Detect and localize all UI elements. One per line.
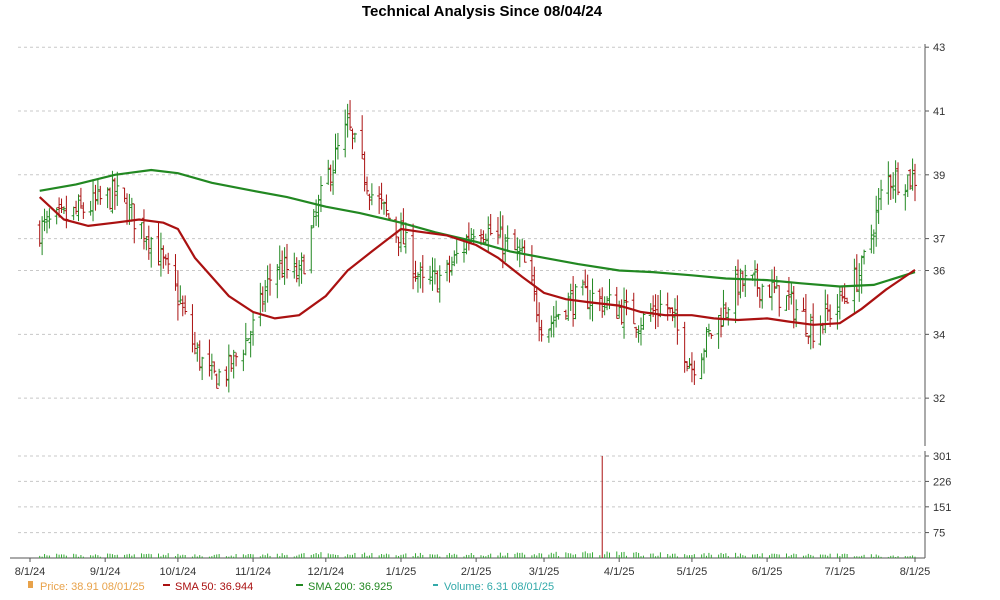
legend-sma50: SMA 50: 36.944 [175,581,253,593]
x-tick-label: 2/1/25 [461,566,492,578]
price-tick-label: 32 [933,393,945,405]
technical-analysis-chart: Technical Analysis Since 08/04/24 32 34 36… [10,3,951,593]
volume-tick-label: 226 [933,476,951,488]
x-tick-label: 5/1/25 [677,566,708,578]
price-tick-label: 41 [933,106,945,118]
x-tick-label: 8/1/25 [900,566,931,578]
x-tick-label: 8/1/24 [15,566,46,578]
price-axis-ticks: 32 34 36 37 39 41 43 [925,42,945,405]
legend-sma200: SMA 200: 36.925 [308,581,392,593]
price-tick-label: 43 [933,42,945,54]
price-panel: 32 34 36 37 39 41 43 [18,42,945,446]
volume-panel: 75 151 226 301 [10,451,951,559]
x-axis-ticks: 8/1/24 9/1/24 10/1/24 11/1/24 12/1/24 1/1/25 2… [15,558,931,578]
x-tick-label: 12/1/24 [307,566,344,578]
price-grid [18,46,925,399]
sma50-line [38,196,916,326]
x-tick-label: 10/1/24 [160,566,197,578]
legend: Price: 38.91 08/01/25 SMA 50: 36.944 SMA… [28,581,554,593]
price-tick-label: 36 [933,266,945,278]
legend-price-swatch [28,581,33,588]
chart-title: Technical Analysis Since 08/04/24 [362,3,603,20]
volume-tick-label: 151 [933,502,951,514]
price-tick-label: 37 [933,234,945,246]
price-tick-label: 34 [933,329,945,341]
legend-price: Price: 38.91 08/01/25 [40,581,145,593]
x-tick-label: 7/1/25 [825,566,856,578]
sma200-line [39,168,916,288]
legend-volume: Volume: 6.31 08/01/25 [444,581,554,593]
x-tick-label: 11/1/24 [235,566,271,578]
x-tick-label: 4/1/25 [604,566,635,578]
volume-tick-label: 75 [933,528,945,540]
x-tick-label: 1/1/25 [386,566,417,578]
x-tick-label: 6/1/25 [752,566,783,578]
volume-axis-ticks: 75 151 226 301 [925,451,951,540]
price-tick-label: 39 [933,170,945,182]
x-tick-label: 3/1/25 [529,566,560,578]
volume-grid [18,455,925,534]
volume-tick-label: 301 [933,451,951,463]
x-tick-label: 9/1/24 [90,566,121,578]
